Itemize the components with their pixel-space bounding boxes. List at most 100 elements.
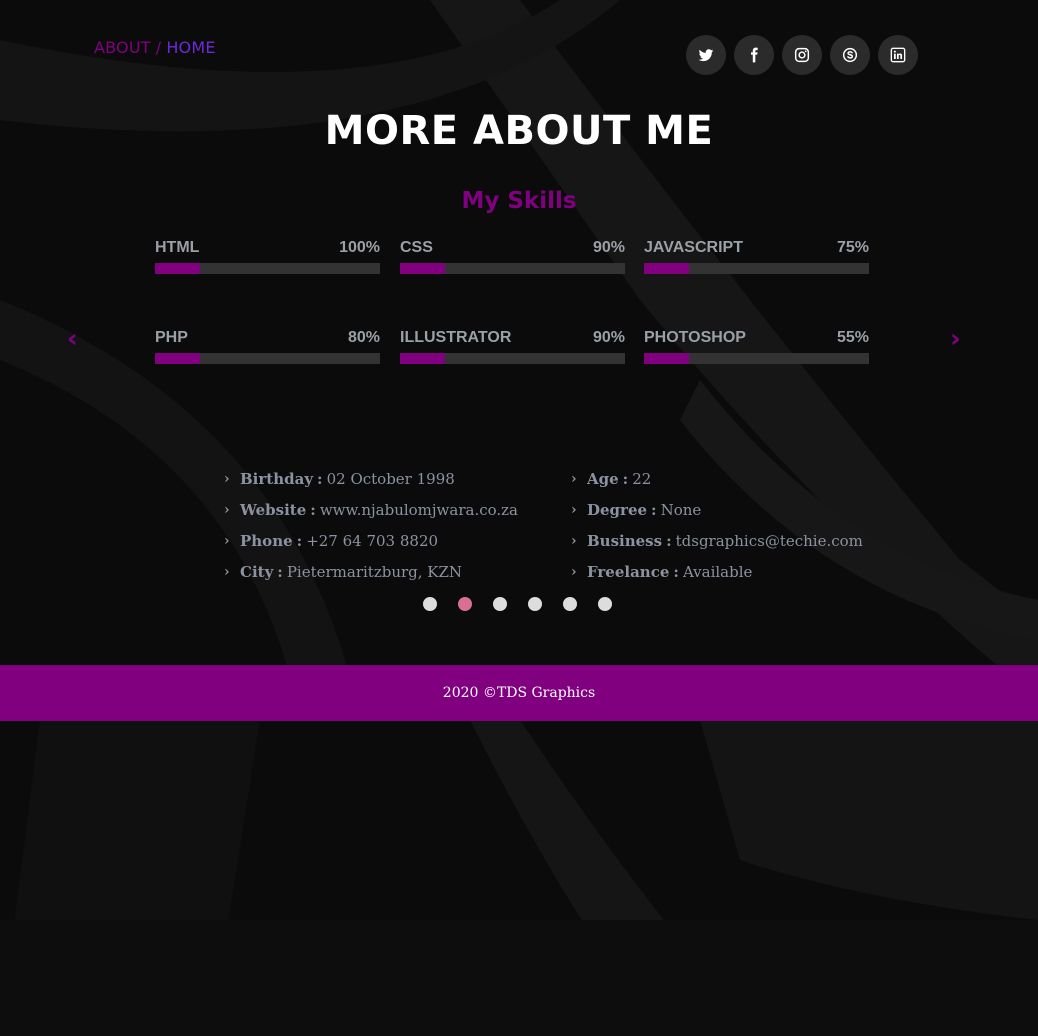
skill-progress-track — [644, 263, 869, 274]
info-row-freelance: › Freelance: Available — [571, 556, 901, 587]
carousel-dot[interactable] — [563, 597, 577, 611]
info-colon: : — [310, 500, 316, 519]
info-colon: : — [651, 500, 657, 519]
chevron-right-icon: › — [571, 532, 577, 549]
info-row-city: › City: Pietermaritzburg, KZN — [224, 556, 554, 587]
skill-name: ILLUSTRATOR — [400, 329, 512, 346]
breadcrumb-home-link[interactable]: HOME — [166, 38, 215, 57]
chevron-right-icon: › — [224, 532, 230, 549]
carousel-dot[interactable] — [528, 597, 542, 611]
footer-copyright: 2020 ©TDS Graphics — [442, 685, 596, 701]
carousel-dot[interactable] — [423, 597, 437, 611]
page-title: MORE ABOUT ME — [324, 108, 714, 154]
chevron-right-icon: › — [571, 501, 577, 518]
info-colon: : — [277, 562, 283, 581]
breadcrumb-separator: / — [155, 38, 162, 57]
chevron-right-icon: › — [571, 470, 577, 487]
breadcrumb: ABOUT / HOME — [94, 38, 216, 57]
skill-progress-fill — [644, 263, 689, 274]
skill-name: PHOTOSHOP — [644, 329, 746, 346]
carousel-dot[interactable] — [458, 597, 472, 611]
info-row-phone: › Phone: +27 64 703 8820 — [224, 525, 554, 556]
info-value: 22 — [632, 469, 652, 488]
skill-percent: 80% — [347, 329, 380, 346]
info-value[interactable]: www.njabulomjwara.co.za — [320, 501, 518, 519]
instagram-button[interactable] — [782, 35, 822, 75]
facebook-icon — [751, 47, 758, 63]
carousel-next-arrow[interactable]: › — [950, 326, 961, 352]
skill-progress-fill — [644, 353, 689, 364]
skill-progress-fill — [400, 353, 445, 364]
skill-name: JAVASCRIPT — [644, 239, 743, 256]
info-label: Birthday — [240, 469, 314, 488]
skill-progress-track — [400, 353, 625, 364]
info-colon: : — [317, 469, 323, 488]
info-value: 02 October 1998 — [326, 469, 455, 488]
skype-button[interactable] — [830, 35, 870, 75]
skill-item: JAVASCRIPT 75% — [644, 238, 869, 274]
skill-percent: 90% — [592, 329, 625, 346]
skill-name: PHP — [155, 329, 188, 346]
info-row-age: › Age: 22 — [571, 463, 901, 494]
info-value: Available — [682, 562, 753, 581]
info-row-business: › Business: tdsgraphics@techie.com — [571, 525, 901, 556]
info-column-left: › Birthday: 02 October 1998 › Website: w… — [224, 463, 554, 587]
info-value: +27 64 703 8820 — [306, 531, 439, 550]
skill-progress-fill — [155, 353, 200, 364]
social-links — [686, 35, 918, 75]
skill-progress-track — [644, 353, 869, 364]
info-colon: : — [296, 531, 303, 550]
skill-item: ILLUSTRATOR 90% — [400, 328, 625, 364]
twitter-button[interactable] — [686, 35, 726, 75]
skill-progress-fill — [155, 263, 200, 274]
skill-progress-track — [155, 263, 380, 274]
info-column-right: › Age: 22 › Degree: None › Business: tds… — [571, 463, 901, 587]
skill-item: PHOTOSHOP 55% — [644, 328, 869, 364]
skype-icon — [842, 47, 858, 63]
facebook-button[interactable] — [734, 35, 774, 75]
chevron-right-icon: › — [224, 470, 230, 487]
info-label: Age — [587, 469, 619, 488]
skill-progress-track — [155, 353, 380, 364]
skill-name: CSS — [400, 239, 433, 256]
carousel-prev-arrow[interactable]: ‹ — [67, 326, 78, 352]
skill-percent: 75% — [836, 239, 869, 256]
info-row-website: › Website: www.njabulomjwara.co.za — [224, 494, 554, 525]
info-label: Website — [240, 500, 307, 519]
chevron-right-icon: › — [224, 501, 230, 518]
skill-name: HTML — [155, 239, 200, 256]
footer: 2020 ©TDS Graphics — [0, 665, 1038, 721]
instagram-icon — [794, 47, 810, 63]
skill-item: CSS 90% — [400, 238, 625, 274]
skill-percent: 90% — [592, 239, 625, 256]
info-colon: : — [666, 531, 672, 550]
carousel-dot[interactable] — [493, 597, 507, 611]
info-label: Freelance — [587, 562, 670, 581]
breadcrumb-about-link[interactable]: ABOUT — [94, 38, 151, 57]
info-colon: : — [622, 469, 629, 488]
twitter-icon — [698, 49, 714, 62]
about-page: ABOUT / HOME MORE ABOUT ME My Skills ‹ › H… — [0, 0, 1038, 1036]
info-value: None — [660, 500, 702, 519]
info-label: City — [240, 562, 274, 581]
carousel-dot[interactable] — [598, 597, 612, 611]
carousel-dots — [423, 597, 612, 611]
info-label: Phone — [240, 531, 293, 550]
info-row-degree: › Degree: None — [571, 494, 901, 525]
info-row-birthday: › Birthday: 02 October 1998 — [224, 463, 554, 494]
info-colon: : — [673, 562, 679, 581]
chevron-right-icon: › — [224, 563, 230, 580]
skill-item: HTML 100% — [155, 238, 380, 274]
skills-title: My Skills — [461, 188, 577, 214]
info-value[interactable]: tdsgraphics@techie.com — [676, 532, 863, 550]
info-label: Degree — [587, 500, 648, 519]
skill-item: PHP 80% — [155, 328, 380, 364]
skill-progress-track — [400, 263, 625, 274]
info-value: Pietermaritzburg, KZN — [286, 562, 463, 581]
skill-percent: 55% — [836, 329, 869, 346]
skill-progress-fill — [400, 263, 445, 274]
linkedin-icon — [890, 47, 906, 63]
skill-percent: 100% — [339, 239, 380, 256]
linkedin-button[interactable] — [878, 35, 918, 75]
info-label: Business — [587, 531, 663, 550]
